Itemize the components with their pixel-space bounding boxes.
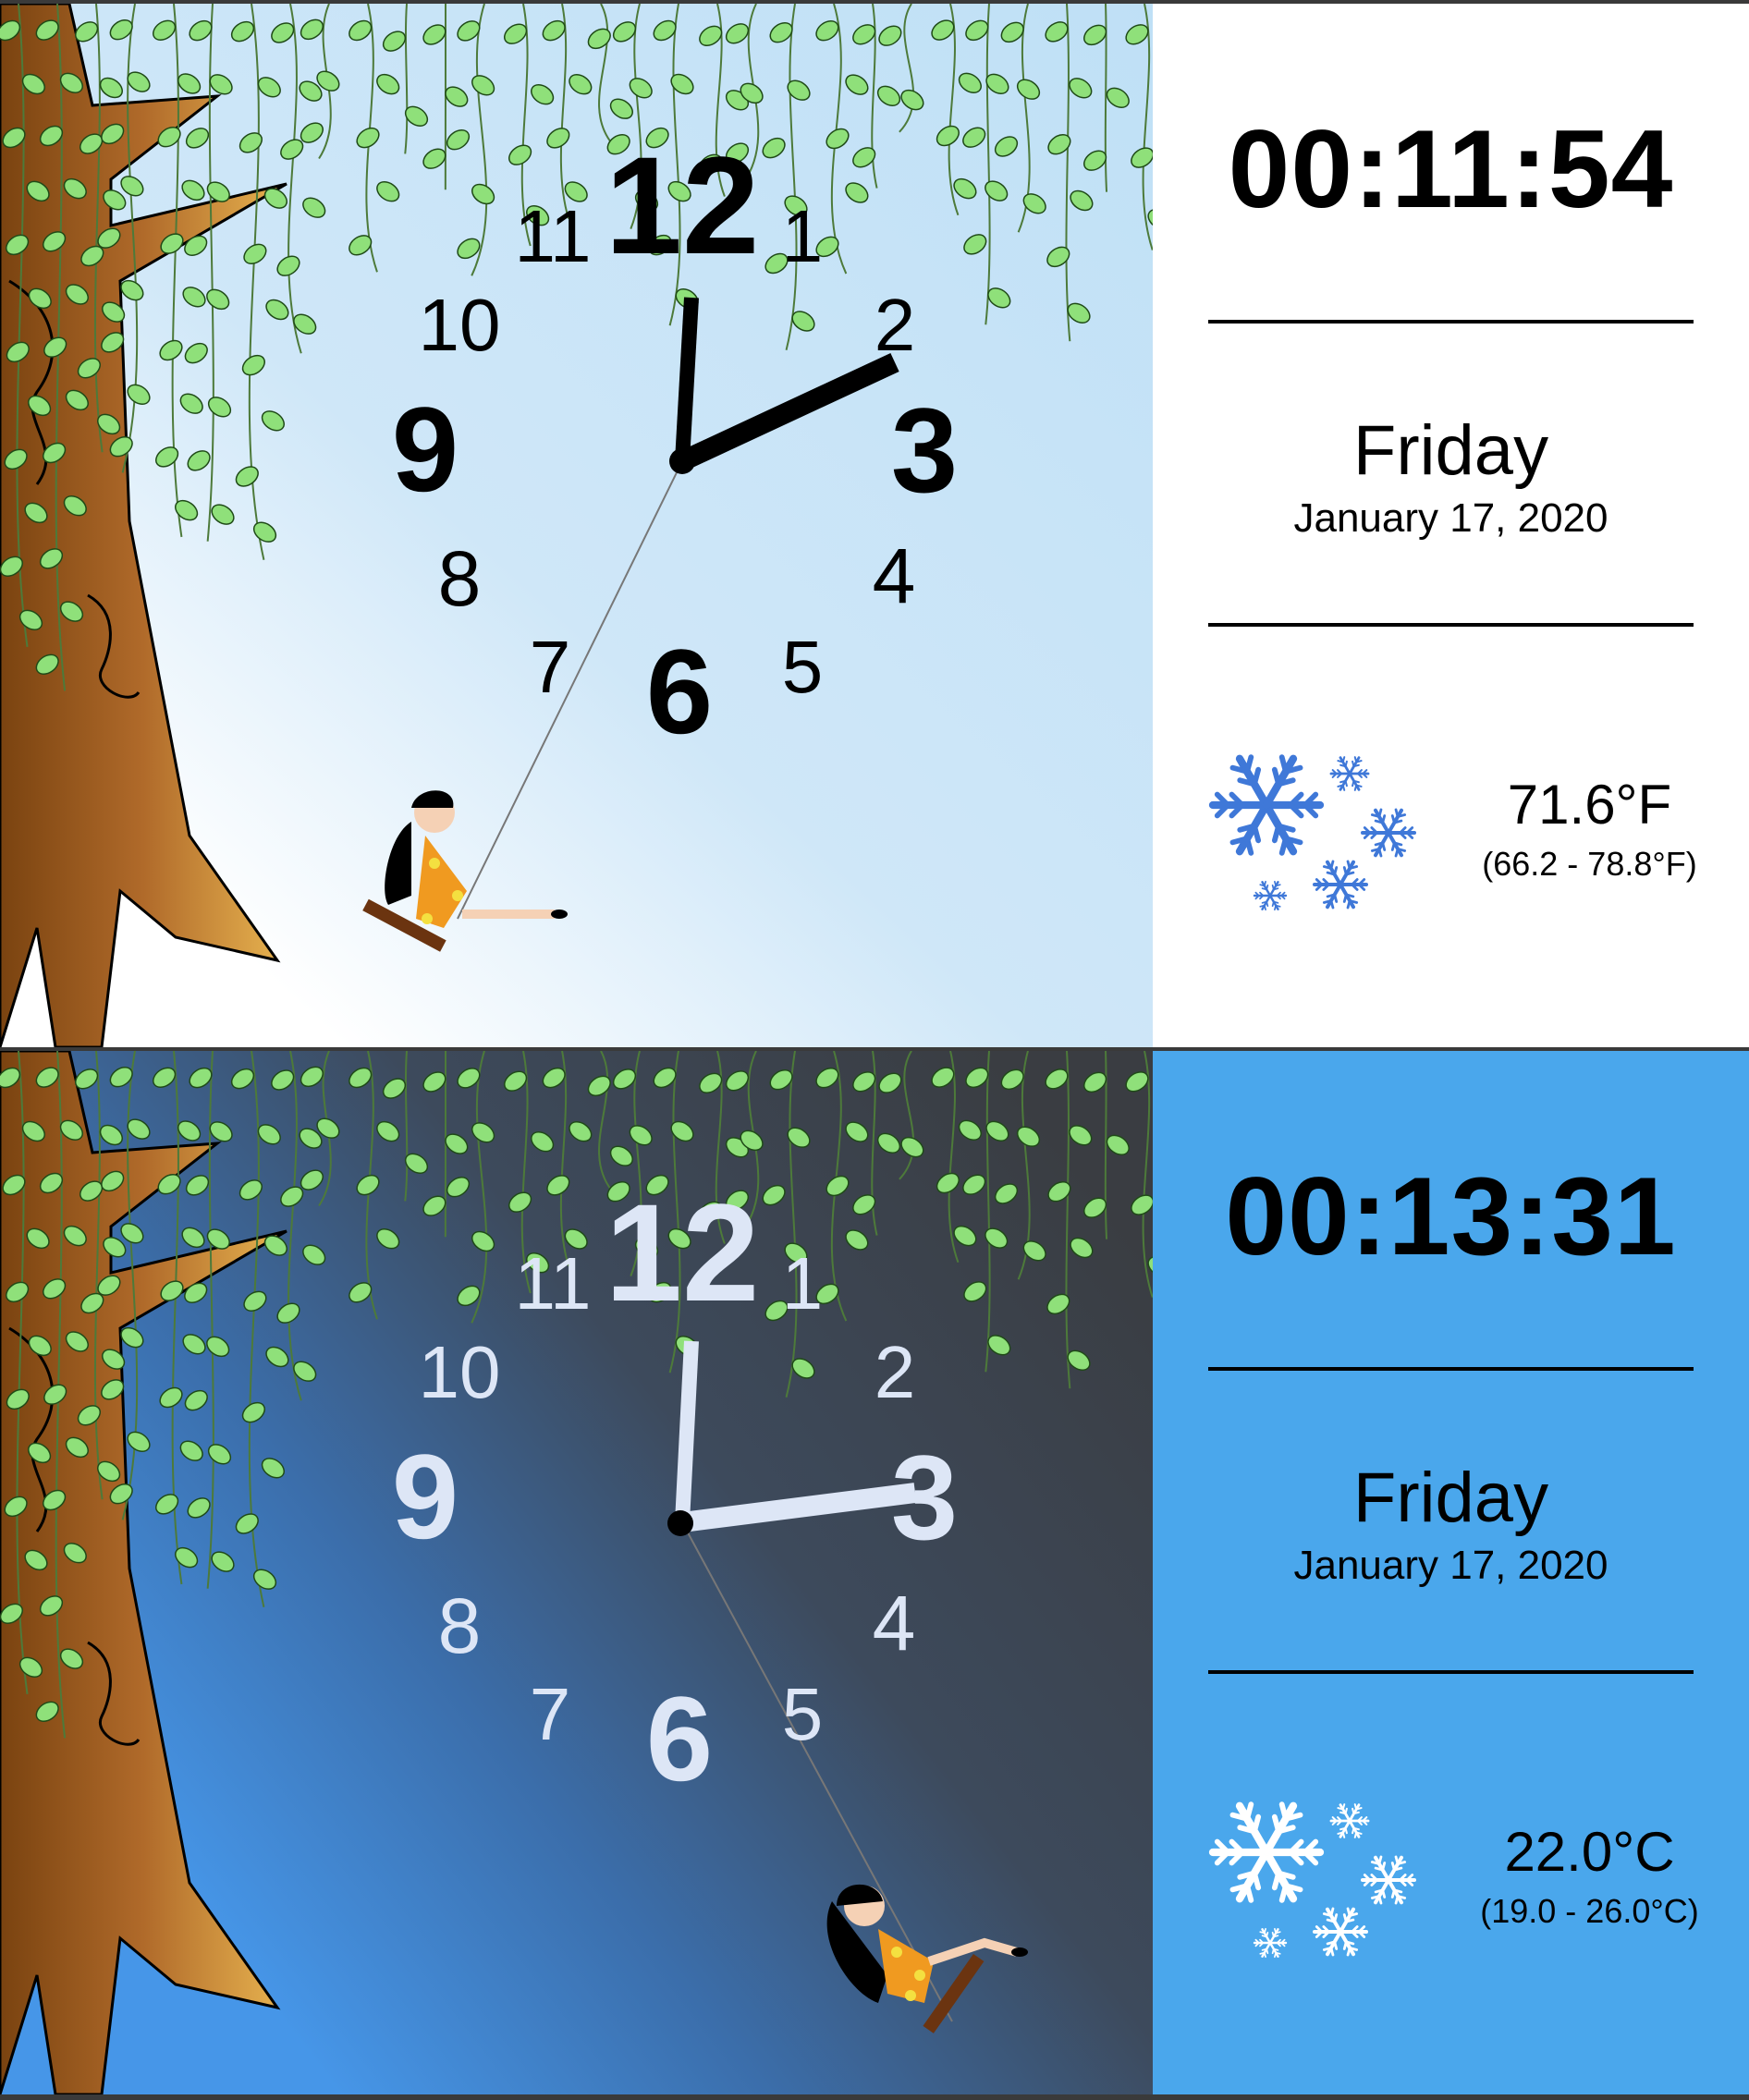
minute-hand bbox=[675, 1340, 699, 1523]
snowflake-glyph bbox=[1253, 880, 1288, 911]
clock-center-pin bbox=[669, 448, 695, 474]
temperature-current: 71.6°F bbox=[1507, 774, 1672, 836]
digital-time: 00:13:31 bbox=[1225, 1154, 1677, 1278]
clock-panel-night: 12 1 2 3 4 5 6 7 8 9 10 11 00:13:31 Friday January … bbox=[0, 1051, 1749, 2094]
clock-scene: 12 1 2 3 4 5 6 7 8 9 10 11 bbox=[0, 1051, 1177, 2094]
date-label: January 17, 2020 bbox=[1293, 1543, 1608, 1588]
analog-clock-face: 12 1 2 3 4 5 6 7 8 9 10 11 bbox=[0, 1051, 1153, 2094]
snowflake-glyph bbox=[1361, 1855, 1416, 1905]
hour-hand bbox=[680, 1483, 917, 1532]
snowflake-glyph bbox=[1208, 754, 1325, 856]
divider bbox=[1208, 1670, 1694, 1674]
snowflake-icon bbox=[1208, 1801, 1416, 1959]
clock-center-pin bbox=[667, 1510, 693, 1536]
snowflake-glyph bbox=[1361, 808, 1416, 858]
temperature-range: (19.0 - 26.0°C) bbox=[1480, 1892, 1699, 1930]
clock-scene: 12 1 2 3 4 5 6 7 8 9 10 11 bbox=[0, 4, 1177, 1047]
clock-hands bbox=[667, 1340, 917, 1536]
clock-hands bbox=[669, 297, 899, 474]
snowflake-glyph bbox=[1313, 1907, 1368, 1957]
snowflake-glyph bbox=[1329, 1803, 1370, 1838]
hour-hand bbox=[678, 353, 899, 470]
clock-panel-day: 12 1 2 3 4 5 6 7 8 9 10 11 00:11:54 Friday January … bbox=[0, 4, 1749, 1047]
snowflake-icon bbox=[1208, 754, 1416, 911]
snowflake-glyph bbox=[1329, 756, 1370, 791]
divider bbox=[1208, 1367, 1694, 1371]
minute-hand bbox=[675, 297, 699, 462]
weekday-label: Friday bbox=[1352, 1459, 1549, 1537]
divider bbox=[1208, 320, 1694, 324]
divider bbox=[1208, 623, 1694, 627]
snowflake-glyph bbox=[1253, 1927, 1288, 1959]
temperature-current: 22.0°C bbox=[1504, 1821, 1675, 1883]
info-sidebar: 00:11:54 Friday January 17, 2020 71.6°F … bbox=[1153, 4, 1749, 1047]
snowflake-glyph bbox=[1313, 860, 1368, 910]
temperature-range: (66.2 - 78.8°F) bbox=[1482, 845, 1697, 883]
weekday-label: Friday bbox=[1352, 411, 1549, 490]
snowflake-glyph bbox=[1208, 1801, 1325, 1903]
info-sidebar: 00:13:31 Friday January 17, 2020 22.0°C … bbox=[1153, 1051, 1749, 2094]
digital-time: 00:11:54 bbox=[1228, 107, 1674, 231]
analog-clock-face: 12 1 2 3 4 5 6 7 8 9 10 11 bbox=[0, 4, 1153, 1047]
date-label: January 17, 2020 bbox=[1293, 495, 1608, 541]
